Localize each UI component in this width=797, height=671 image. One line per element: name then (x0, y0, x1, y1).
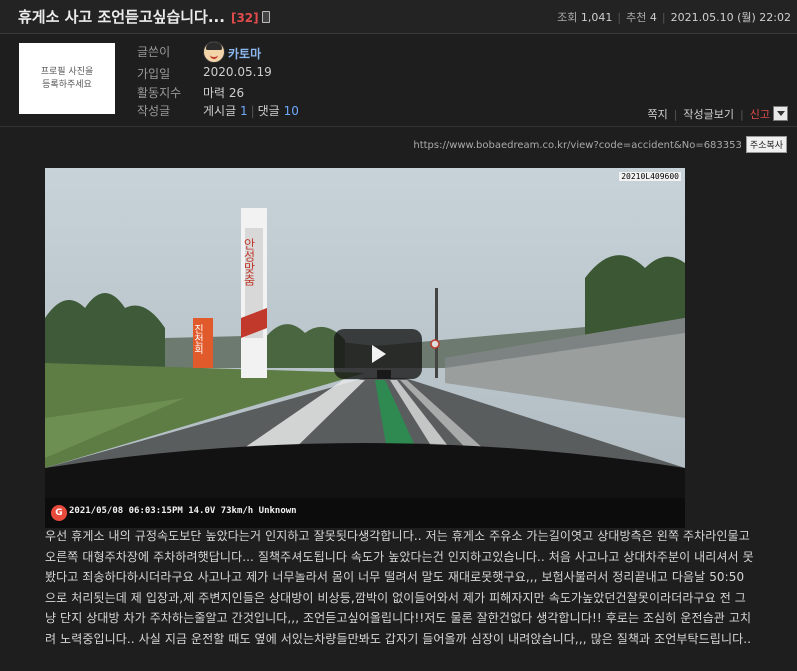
recommend-label: 추천 (626, 11, 647, 24)
report-link[interactable]: 신고 (750, 108, 770, 121)
joined-label: 가입일 (137, 67, 171, 81)
author-value[interactable]: 카토마 (203, 41, 261, 63)
views-label: 조회 (557, 11, 578, 24)
post-title: 휴게소 사고 조언듣고싶습니다... (18, 8, 225, 26)
comments-count[interactable]: 10 (284, 104, 299, 118)
comments-prefix: 댓글 (257, 104, 280, 118)
roadside-sign-text: 안성맞춤 (242, 238, 256, 286)
post-date: 2021.05.10 (월) 22:02 (670, 11, 791, 24)
dashcam-info: 2021/05/08 06:03:15PM 14.0V 73km/h Unkno… (69, 506, 297, 516)
activity-label: 활동지수 (137, 86, 182, 100)
post-header: 휴게소 사고 조언듣고싶습니다... [32] 조회 1,041 | 추천 4 | 202… (0, 0, 797, 34)
joined-date: 2020.05.19 (203, 65, 272, 79)
profile-photo-text-2: 등록하주세요 (42, 79, 92, 90)
posts-count[interactable]: 1 (240, 104, 248, 118)
views-count: 1,041 (580, 11, 613, 24)
post-actions: 쪽지 | 작성글보기 | 신고 (647, 106, 788, 122)
posts-label: 작성글 (137, 104, 171, 118)
view-posts-link[interactable]: 작성글보기 (683, 108, 734, 121)
dashcam-logo-icon: G (51, 505, 67, 521)
author-nickname[interactable]: 카토마 (228, 47, 261, 61)
post-meta: 조회 1,041 | 추천 4 | 2021.05.10 (월) 22:02 (557, 11, 791, 24)
mobile-icon (261, 11, 270, 23)
chevron-down-icon[interactable] (773, 106, 788, 121)
author-label: 글쓴이 (137, 45, 171, 59)
post-title-area: 휴게소 사고 조언듣고싶습니다... [32] (18, 6, 270, 27)
copy-url-button[interactable]: 주소복사 (745, 136, 787, 153)
shop-sign-text: 진천회 (192, 324, 204, 355)
activity-value: 마력 26 (203, 86, 245, 100)
posts-summary: 게시글 1 | 댓글 10 (203, 104, 299, 118)
post-url-line: https://www.bobaedream.co.kr/view?code=a… (413, 136, 787, 153)
play-icon[interactable] (334, 329, 422, 379)
post-body: 우선 휴게소 내의 규정속도보단 높았다는거 인지하고 잘못됫다생각합니다.. … (45, 529, 754, 646)
video-player[interactable]: 안성맞춤 진천회 20210L409600 G 2021/05/08 06:03… (45, 168, 685, 528)
comment-count[interactable]: [32] (231, 11, 259, 25)
posts-prefix: 게시글 (203, 104, 237, 118)
profile-photo-text-1: 프로필 사진을 (40, 66, 94, 77)
author-profile: 프로필 사진을 등록하주세요 글쓴이 카토마 가입일 2020.05.19 활동… (0, 34, 797, 127)
dashcam-overlay: G 2021/05/08 06:03:15PM 14.0V 73km/h Unk… (45, 498, 685, 528)
recommend-count: 4 (649, 11, 657, 24)
message-link[interactable]: 쪽지 (647, 108, 667, 121)
profile-photo-placeholder: 프로필 사진을 등록하주세요 (19, 43, 115, 114)
post-url[interactable]: https://www.bobaedream.co.kr/view?code=a… (413, 140, 742, 151)
avatar (203, 41, 225, 63)
video-stamp: 20210L409600 (619, 172, 681, 181)
